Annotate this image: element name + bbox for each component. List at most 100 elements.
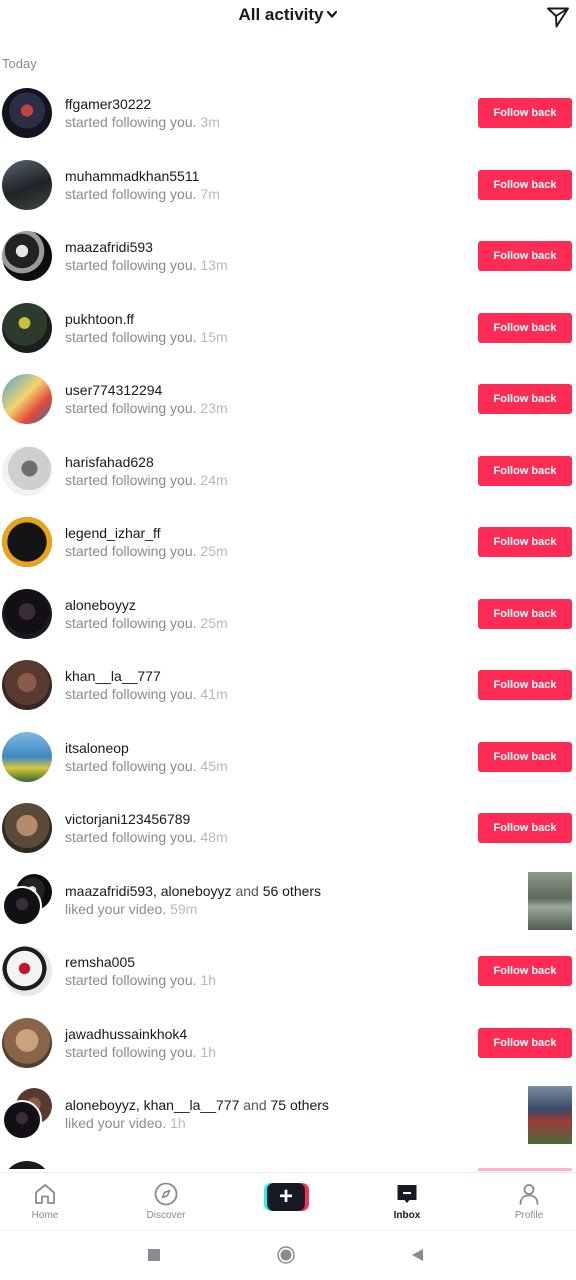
activity-description: started following you. 48m xyxy=(65,829,228,845)
liked-by-users[interactable]: aloneboyyz, khan__la__777 and 75 others xyxy=(65,1097,329,1113)
avatar[interactable] xyxy=(2,1160,52,1169)
home-icon xyxy=(35,1184,55,1204)
activity-row[interactable]: khan__la__777 started following you. 41m… xyxy=(0,649,576,721)
avatar-stack[interactable] xyxy=(2,873,54,926)
avatar[interactable] xyxy=(2,374,52,424)
activity-row[interactable]: pukhtoon.ff started following you. 15m F… xyxy=(0,292,576,364)
liked-by-users[interactable]: maazafridi593, aloneboyyz and 56 others xyxy=(65,883,321,899)
activity-row[interactable]: ffgamer30222 started following you. 3m F… xyxy=(0,77,576,149)
activity-time: 41m xyxy=(200,686,228,702)
avatar[interactable] xyxy=(2,517,52,567)
avatar[interactable] xyxy=(2,803,52,853)
activity-time: 1h xyxy=(200,972,216,988)
paper-plane-icon[interactable] xyxy=(546,5,570,29)
activity-description: started following you. 3m xyxy=(65,114,220,130)
tab-home[interactable]: Home xyxy=(5,1181,85,1221)
avatar[interactable] xyxy=(2,588,52,639)
activity-row[interactable]: aloneboyyz, khan__la__777 and 75 others … xyxy=(0,1078,576,1150)
recent-apps-icon[interactable] xyxy=(147,1248,161,1262)
username[interactable]: jawadhussainkhok4 xyxy=(65,1026,187,1042)
avatar[interactable] xyxy=(2,445,52,496)
follow-back-button[interactable]: Follow back xyxy=(478,1027,572,1058)
tab-label: Profile xyxy=(514,1210,544,1221)
activity-row[interactable]: muhammadkhan5511 started following you. … xyxy=(0,149,576,221)
activity-time: 24m xyxy=(200,471,228,488)
username[interactable]: itsaloneop xyxy=(65,740,129,756)
tab-label: Home xyxy=(31,1210,59,1221)
avatar[interactable] xyxy=(2,731,52,782)
plus-icon: + xyxy=(267,1183,305,1211)
username[interactable]: harisfahad628 xyxy=(65,454,154,470)
video-thumbnail[interactable] xyxy=(528,1086,572,1144)
activity-row[interactable]: maazafridi593 started following you. 13m… xyxy=(0,220,576,292)
activity-description: started following you. 7m xyxy=(65,185,220,202)
bottom-tab-bar: Home Discover + Inbox Profile xyxy=(0,1172,576,1230)
create-video-button[interactable]: + xyxy=(264,1183,309,1211)
follow-back-button[interactable]: Follow back xyxy=(478,670,572,700)
tab-discover[interactable]: Discover xyxy=(126,1181,206,1221)
follow-back-button[interactable]: Follow back xyxy=(478,741,572,772)
tab-inbox[interactable]: Inbox xyxy=(367,1181,447,1221)
follow-back-button[interactable]: Follow back xyxy=(478,384,572,414)
follow-back-button-partial[interactable] xyxy=(478,1168,572,1171)
avatar[interactable] xyxy=(2,159,52,210)
activity-row[interactable]: maazafridi593, aloneboyyz and 56 others … xyxy=(0,864,576,936)
username[interactable]: user774312294 xyxy=(65,382,162,398)
activity-row[interactable]: harisfahad628 started following you. 24m… xyxy=(0,435,576,507)
follow-back-button[interactable]: Follow back xyxy=(478,956,572,986)
activity-description: liked your video. 59m xyxy=(65,900,198,917)
avatar[interactable] xyxy=(2,660,52,710)
tab-profile[interactable]: Profile xyxy=(489,1181,569,1221)
activity-filter-dropdown[interactable]: All activity xyxy=(0,5,576,25)
activity-row[interactable]: legend_izhar_ff started following you. 2… xyxy=(0,506,576,578)
avatar[interactable] xyxy=(2,946,52,996)
activity-list[interactable]: ffgamer30222 started following you. 3m F… xyxy=(0,77,576,1169)
username[interactable]: aloneboyyz xyxy=(65,597,136,613)
activity-time: 1h xyxy=(170,1115,186,1131)
follow-back-button[interactable]: Follow back xyxy=(478,598,572,629)
follow-back-button[interactable]: Follow back xyxy=(478,241,572,271)
activity-row[interactable]: itsaloneop started following you. 45m Fo… xyxy=(0,721,576,793)
activity-row[interactable]: aloneboyyz started following you. 25m Fo… xyxy=(0,578,576,650)
activity-time: 59m xyxy=(170,900,198,917)
activity-description: started following you. 23m xyxy=(65,400,228,416)
username[interactable]: maazafridi593 xyxy=(65,239,153,255)
avatar xyxy=(2,885,42,926)
follow-back-button[interactable]: Follow back xyxy=(478,455,572,486)
avatar[interactable] xyxy=(2,1017,52,1068)
username[interactable]: victorjani123456789 xyxy=(65,811,190,827)
back-icon[interactable] xyxy=(410,1248,424,1262)
activity-description: started following you. 1h xyxy=(65,1043,216,1060)
follow-back-button[interactable]: Follow back xyxy=(478,312,572,343)
section-label-today: Today xyxy=(2,56,37,71)
activity-time: 25m xyxy=(200,614,228,631)
username[interactable]: legend_izhar_ff xyxy=(65,525,160,541)
activity-row[interactable]: victorjani123456789 started following yo… xyxy=(0,792,576,864)
chevron-down-icon xyxy=(326,10,337,18)
username[interactable]: khan__la__777 xyxy=(65,668,161,684)
avatar[interactable] xyxy=(2,231,52,281)
home-button-icon[interactable] xyxy=(277,1246,295,1264)
follow-back-button[interactable]: Follow back xyxy=(478,527,572,557)
avatar[interactable] xyxy=(2,302,52,353)
username[interactable]: muhammadkhan5511 xyxy=(65,168,199,184)
activity-time: 45m xyxy=(200,757,228,774)
activity-row[interactable]: remsha005 started following you. 1h Foll… xyxy=(0,935,576,1007)
activity-time: 13m xyxy=(200,257,228,273)
follow-back-button[interactable]: Follow back xyxy=(478,813,572,843)
username[interactable]: remsha005 xyxy=(65,954,135,970)
activity-description: started following you. 25m xyxy=(65,614,228,631)
activity-row[interactable]: jawadhussainkhok4 started following you.… xyxy=(0,1007,576,1079)
activity-description: started following you. 24m xyxy=(65,471,228,488)
video-thumbnail[interactable] xyxy=(528,871,572,930)
avatar[interactable] xyxy=(2,88,52,138)
avatar-stack[interactable] xyxy=(2,1088,54,1140)
activity-row[interactable] xyxy=(0,1150,576,1169)
activity-row[interactable]: user774312294 started following you. 23m… xyxy=(0,363,576,435)
username[interactable]: ffgamer30222 xyxy=(65,96,151,112)
activity-description: started following you. 1h xyxy=(65,972,216,988)
username[interactable]: pukhtoon.ff xyxy=(65,311,134,327)
follow-back-button[interactable]: Follow back xyxy=(478,98,572,128)
follow-back-button[interactable]: Follow back xyxy=(478,169,572,200)
compass-icon xyxy=(154,1182,178,1206)
